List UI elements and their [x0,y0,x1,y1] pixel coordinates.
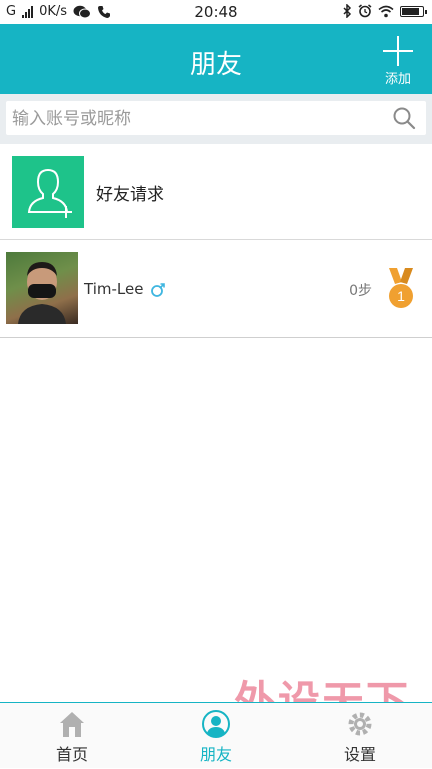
nav-settings-label: 设置 [343,745,376,764]
nav-settings[interactable]: 设置 [288,703,432,769]
search-input[interactable] [10,105,384,133]
friend-request-label: 好友请求 [96,185,164,205]
friend-list-item[interactable]: Tim-Lee 0步 1 [0,240,432,338]
app-header: 朋友 添加 [0,24,432,94]
add-friend-button[interactable]: 添加 [378,32,418,88]
wifi-icon [378,5,394,17]
page-title: 朋友 [189,50,242,80]
plus-icon [383,36,413,66]
add-user-icon [12,156,84,228]
avatar [6,252,78,324]
alarm-icon [358,4,372,18]
status-bar: G 0K/s 20:48 [0,0,432,24]
status-right [342,4,427,18]
add-label: 添加 [384,72,411,87]
medal-rank: 1 [397,288,405,304]
search-icon[interactable] [392,106,416,130]
battery-icon [400,5,427,17]
home-icon [60,712,84,737]
nav-home-label: 首页 [55,745,88,764]
nav-home[interactable]: 首页 [0,703,144,769]
bluetooth-icon [343,4,352,18]
search-bar [0,94,432,144]
bottom-navigation: 首页 朋友 设置 [0,702,432,768]
nav-friends[interactable]: 朋友 [144,703,288,769]
male-icon [151,283,165,297]
medal-icon: 1 [389,268,413,308]
friend-name: Tim-Lee [84,280,144,298]
nav-friends-label: 朋友 [199,745,232,764]
search-box [6,101,426,135]
gear-icon [348,712,372,736]
friends-icon [202,710,230,738]
friend-request-row[interactable]: 好友请求 [0,144,432,240]
friend-steps: 0步 [349,283,372,299]
